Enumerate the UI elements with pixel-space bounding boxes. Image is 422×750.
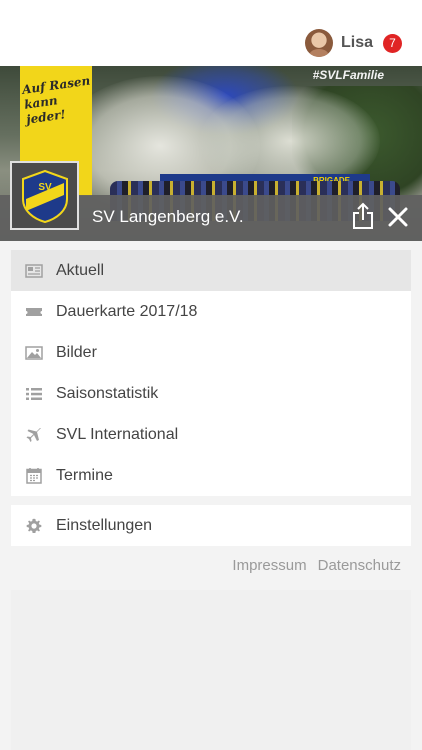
user-profile[interactable]: Lisa 7 <box>304 29 402 57</box>
main-menu: Aktuell Dauerkarte 2017/18 Bilder Saison… <box>11 250 411 496</box>
settings-menu: Einstellungen <box>11 505 411 546</box>
list-icon <box>25 385 43 403</box>
menu-item-aktuell[interactable]: Aktuell <box>11 250 411 291</box>
share-button[interactable] <box>350 202 376 230</box>
hero-hashtag: #SVLFamilie <box>312 68 384 82</box>
menu-item-saisonstatistik[interactable]: Saisonstatistik <box>11 373 411 414</box>
datenschutz-link[interactable]: Datenschutz <box>318 557 401 574</box>
footer-links: Impressum Datenschutz <box>232 557 401 574</box>
close-icon <box>388 207 408 227</box>
impressum-link[interactable]: Impressum <box>232 557 306 574</box>
top-bar: Lisa 7 <box>0 0 422 66</box>
menu-item-label: SVL International <box>56 425 179 443</box>
menu-item-bilder[interactable]: Bilder <box>11 332 411 373</box>
plane-icon <box>25 426 43 444</box>
club-name: SV Langenberg e.V. <box>92 207 244 226</box>
avatar[interactable] <box>304 29 333 57</box>
calendar-icon <box>25 467 43 485</box>
club-logo-text: SV <box>38 182 52 193</box>
menu-item-label: Aktuell <box>56 261 105 279</box>
empty-content-area <box>11 590 411 750</box>
image-icon <box>25 344 43 362</box>
club-crest-icon: SV <box>21 169 68 223</box>
gear-icon <box>25 517 43 535</box>
share-icon <box>353 202 373 229</box>
newspaper-icon <box>25 262 43 280</box>
menu-item-termine[interactable]: Termine <box>11 455 411 496</box>
notification-badge[interactable]: 7 <box>383 33 402 53</box>
menu-item-svl-international[interactable]: SVL International <box>11 414 411 455</box>
menu-item-label: Bilder <box>56 343 97 361</box>
club-logo: SV <box>10 161 79 230</box>
user-name[interactable]: Lisa <box>341 34 373 52</box>
menu-item-label: Einstellungen <box>56 516 153 534</box>
ticket-icon <box>25 303 43 321</box>
close-button[interactable] <box>387 206 409 228</box>
menu-item-label: Saisonstatistik <box>56 384 159 402</box>
menu-item-label: Dauerkarte 2017/18 <box>56 302 198 320</box>
hero-sign-text: Auf Rasen kann jeder! <box>21 73 92 127</box>
menu-item-einstellungen[interactable]: Einstellungen <box>11 505 411 546</box>
menu-item-dauerkarte[interactable]: Dauerkarte 2017/18 <box>11 291 411 332</box>
menu-item-label: Termine <box>56 466 113 484</box>
